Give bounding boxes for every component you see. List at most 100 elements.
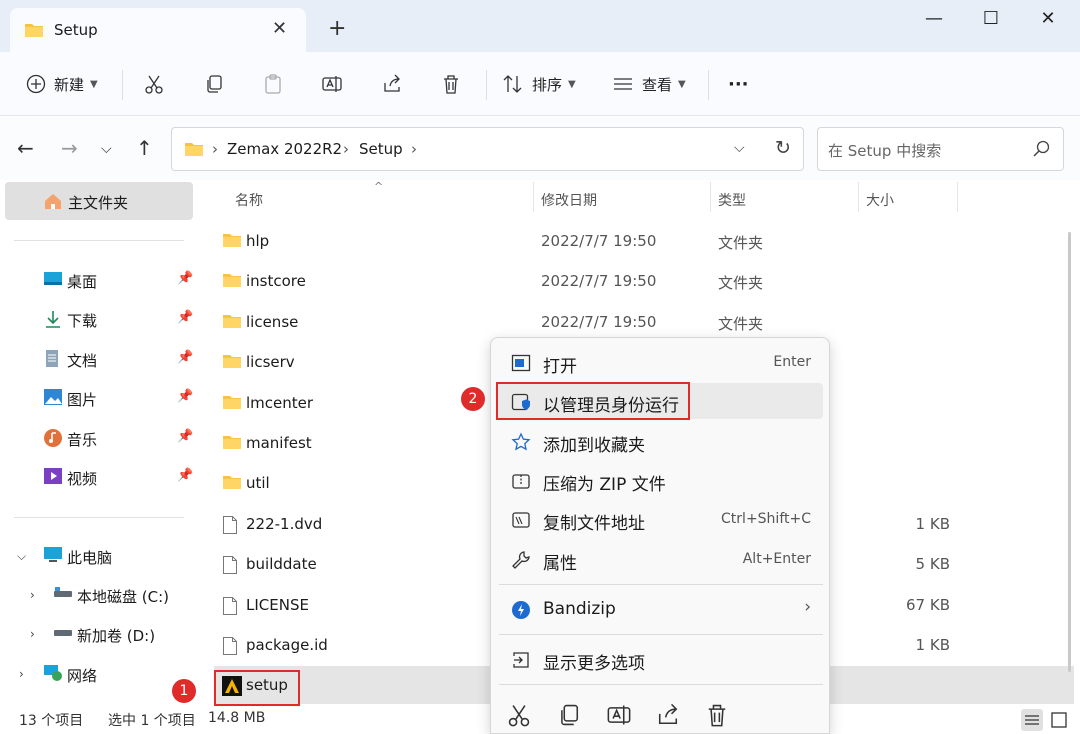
delete-button[interactable] bbox=[440, 71, 462, 97]
sidebar-item-music[interactable]: 音乐 📌 bbox=[43, 424, 193, 454]
breadcrumb-setup[interactable]: Setup bbox=[359, 140, 403, 158]
tab-title: Setup bbox=[54, 21, 98, 39]
pin-icon: 📌 bbox=[177, 389, 194, 404]
column-divider[interactable] bbox=[957, 182, 958, 212]
tiles-view-icon[interactable] bbox=[1048, 709, 1070, 731]
trash-icon[interactable] bbox=[704, 702, 730, 728]
desktop-icon bbox=[44, 272, 62, 285]
recent-locations-button[interactable]: ⌵ bbox=[101, 142, 112, 156]
file-size: 5 KB bbox=[915, 555, 950, 573]
cut-button[interactable] bbox=[143, 71, 165, 97]
column-header-name[interactable]: 名称 bbox=[235, 190, 263, 210]
column-header-size[interactable]: 大小 bbox=[866, 190, 894, 210]
file-type: 文件夹 bbox=[718, 234, 764, 252]
column-header-date[interactable]: 修改日期 bbox=[541, 190, 597, 210]
more-button[interactable]: ··· bbox=[728, 71, 749, 97]
sidebar-item-pictures[interactable]: 图片 📌 bbox=[43, 384, 193, 414]
menu-item-copy-path[interactable]: 复制文件地址 Ctrl+Shift+C bbox=[497, 501, 823, 537]
sidebar-item-network[interactable]: 网络 bbox=[43, 660, 193, 690]
menu-item-bandizip[interactable]: Bandizip › bbox=[497, 591, 823, 627]
menu-item-label: 显示更多选项 bbox=[543, 654, 645, 674]
details-view-icon[interactable] bbox=[1021, 709, 1043, 731]
rename-icon[interactable] bbox=[606, 702, 632, 728]
scissors-icon[interactable] bbox=[506, 702, 532, 728]
new-button[interactable]: 新建 ▼ bbox=[26, 71, 98, 97]
file-icon bbox=[223, 597, 237, 615]
breadcrumb-zemax[interactable]: Zemax 2022R2 bbox=[227, 140, 342, 158]
bandizip-icon bbox=[512, 601, 530, 619]
share-button[interactable] bbox=[381, 71, 403, 97]
view-label: 查看 bbox=[642, 75, 673, 94]
sidebar-item-this-pc[interactable]: 此电脑 bbox=[43, 542, 193, 572]
file-name: 222-1.dvd bbox=[246, 515, 323, 533]
drive-icon bbox=[54, 630, 72, 636]
maximize-button[interactable]: ☐ bbox=[971, 8, 1011, 34]
refresh-button[interactable]: ↻ bbox=[775, 137, 791, 159]
file-name: builddate bbox=[246, 555, 317, 573]
column-header-type[interactable]: 类型 bbox=[718, 190, 746, 210]
search-box[interactable]: 在 Setup 中搜索 bbox=[817, 127, 1064, 171]
forward-button[interactable]: → bbox=[61, 138, 78, 158]
sidebar-item-home[interactable]: 主文件夹 bbox=[5, 182, 193, 220]
sidebar-item-desktop[interactable]: 桌面 📌 bbox=[43, 266, 193, 296]
minimize-button[interactable]: — bbox=[914, 8, 954, 34]
view-button[interactable]: 查看 ▼ bbox=[612, 71, 686, 97]
menu-item-open[interactable]: 打开 Enter bbox=[497, 344, 823, 380]
menu-item-label: 压缩为 ZIP 文件 bbox=[543, 475, 666, 495]
column-divider[interactable] bbox=[858, 182, 859, 212]
chevron-right-icon[interactable]: › bbox=[30, 588, 35, 602]
sidebar-item-documents[interactable]: 文档 📌 bbox=[43, 345, 193, 375]
file-date: 2022/7/7 19:50 bbox=[541, 272, 657, 290]
breadcrumb-separator: › bbox=[411, 140, 417, 158]
tab-close-button[interactable]: ✕ bbox=[272, 18, 287, 39]
menu-item-add-favorites[interactable]: 添加到收藏夹 bbox=[497, 423, 823, 459]
item-count: 13 个项目 bbox=[19, 713, 84, 729]
sidebar-item-videos[interactable]: 视频 📌 bbox=[43, 463, 193, 493]
sidebar-item-downloads[interactable]: 下载 📌 bbox=[43, 305, 193, 335]
menu-item-label: 复制文件地址 bbox=[543, 514, 645, 534]
file-name: lmcenter bbox=[246, 394, 314, 412]
column-divider[interactable] bbox=[710, 182, 711, 212]
copy-icon[interactable] bbox=[556, 702, 582, 728]
share-icon[interactable] bbox=[655, 702, 681, 728]
menu-item-properties[interactable]: 属性 Alt+Enter bbox=[497, 541, 823, 577]
sort-ascending-icon: ^ bbox=[374, 180, 384, 193]
menu-item-show-more-options[interactable]: 显示更多选项 bbox=[497, 641, 823, 677]
chevron-right-icon[interactable]: › bbox=[19, 667, 24, 681]
open-icon bbox=[511, 354, 531, 372]
tab-setup[interactable]: Setup ✕ bbox=[10, 8, 306, 52]
close-window-button[interactable]: ✕ bbox=[1028, 8, 1068, 34]
new-tab-button[interactable]: + bbox=[328, 18, 346, 40]
up-button[interactable]: ↑ bbox=[136, 138, 153, 158]
sidebar-item-drive-c[interactable]: 本地磁盘 (C:) bbox=[53, 581, 193, 611]
menu-item-compress-zip[interactable]: 压缩为 ZIP 文件 bbox=[497, 462, 823, 498]
address-bar[interactable]: › Zemax 2022R2 › Setup › ⌵ ↻ bbox=[171, 127, 804, 171]
table-row[interactable]: hlp 2022/7/7 19:50 文件夹 bbox=[214, 222, 1074, 262]
file-icon bbox=[223, 516, 237, 534]
rename-button[interactable] bbox=[321, 71, 343, 97]
address-dropdown-button[interactable]: ⌵ bbox=[734, 140, 745, 156]
folder-icon bbox=[223, 355, 241, 368]
selection-size: 14.8 MB bbox=[208, 710, 266, 726]
pin-icon: 📌 bbox=[177, 271, 194, 286]
sidebar-item-drive-d[interactable]: 新加卷 (D:) bbox=[53, 620, 193, 650]
menu-item-shortcut: Ctrl+Shift+C bbox=[721, 511, 811, 527]
title-bar: Setup ✕ + — ☐ ✕ bbox=[0, 0, 1080, 52]
video-icon bbox=[44, 468, 62, 484]
paste-button[interactable] bbox=[262, 71, 284, 97]
column-divider[interactable] bbox=[533, 182, 534, 212]
sidebar-item-label: 主文件夹 bbox=[68, 194, 129, 212]
table-row[interactable]: instcore 2022/7/7 19:50 文件夹 bbox=[214, 262, 1074, 302]
folder-icon bbox=[223, 274, 241, 287]
chevron-down-icon[interactable]: ⌵ bbox=[17, 549, 26, 564]
sort-button[interactable]: 排序 ▼ bbox=[502, 71, 576, 97]
back-button[interactable]: ← bbox=[17, 138, 34, 158]
copy-button[interactable] bbox=[203, 71, 225, 97]
divider bbox=[708, 70, 709, 100]
chevron-right-icon[interactable]: › bbox=[30, 627, 35, 641]
chevron-down-icon: ▼ bbox=[90, 78, 98, 90]
scissors-icon bbox=[145, 75, 163, 94]
vertical-scrollbar[interactable] bbox=[1068, 232, 1071, 672]
file-name: manifest bbox=[246, 434, 312, 452]
sidebar-item-label: 新加卷 (D:) bbox=[77, 627, 156, 645]
